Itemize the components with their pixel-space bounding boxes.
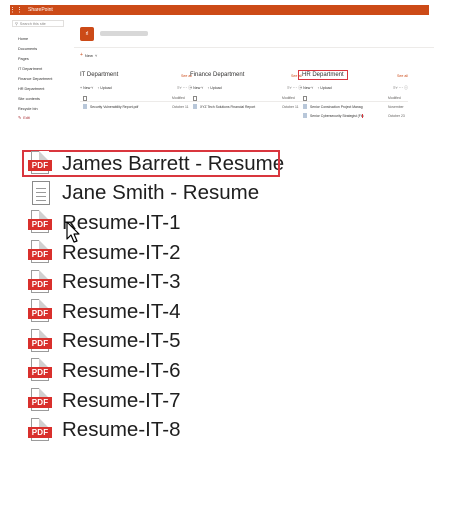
document-file-icon: [303, 104, 307, 109]
new-button[interactable]: + New ˅: [80, 52, 97, 58]
list-item[interactable]: PDF James Barrett - Resume: [20, 149, 300, 179]
chevron-down-icon: ˅: [94, 52, 98, 58]
document-file-icon: [303, 113, 307, 118]
pencil-icon: ✎: [18, 116, 22, 120]
library-finance-department: Finance Department See all + New ˅ ↑ Upl…: [190, 69, 302, 134]
search-placeholder: Search this site: [19, 21, 46, 26]
mouse-cursor-icon: [66, 221, 80, 243]
file-modified: November: [388, 104, 404, 109]
file-modified: October 11: [172, 104, 189, 109]
library-title-highlighted[interactable]: HR Department: [298, 70, 348, 80]
pdf-file-icon: [83, 104, 87, 109]
site-title-placeholder: [100, 31, 148, 36]
list-item[interactable]: Jane Smith - Resume: [20, 179, 300, 209]
edit-nav-button[interactable]: ✎ Edit: [18, 115, 68, 121]
plus-icon: +: [80, 52, 83, 58]
suite-app-name[interactable]: SharePoint: [28, 7, 53, 13]
nav-item-documents[interactable]: Documents: [18, 44, 68, 54]
upload-button[interactable]: ↑ Upload: [207, 86, 221, 90]
new-button[interactable]: + New ˅: [300, 86, 313, 90]
list-item[interactable]: PDF Resume-IT-6: [20, 356, 300, 386]
site-search-input[interactable]: ⚲ Search this site: [12, 20, 64, 27]
edit-label: Edit: [23, 115, 30, 120]
site-logo[interactable]: rl: [80, 27, 94, 41]
file-name[interactable]: Resume-IT-5: [62, 329, 180, 353]
pdf-icon: PDF: [28, 328, 54, 354]
file-modified: October 23: [388, 113, 405, 118]
list-item[interactable]: PDF Resume-IT-5: [20, 327, 300, 357]
app-launcher-icon[interactable]: ⋮⋮: [9, 5, 23, 15]
list-item[interactable]: PDF Resume-IT-1: [20, 208, 300, 238]
header-divider: [74, 47, 434, 48]
file-name-highlighted[interactable]: Senior Cybersecurity Strategist (Fin: [310, 113, 364, 118]
file-type-icon: [193, 95, 197, 101]
view-options-icon[interactable]: ≡˅ ⋯ ⓘ: [393, 85, 408, 91]
document-file-icon: [193, 104, 197, 109]
suite-bar: ⋮⋮ SharePoint: [9, 5, 429, 15]
list-item[interactable]: PDF Resume-IT-2: [20, 238, 300, 268]
file-name[interactable]: Resume-IT-4: [62, 300, 180, 324]
file-row[interactable]: XYZ Tech Solutions Financial Report Octo…: [190, 102, 302, 111]
library-title[interactable]: IT Department: [80, 72, 118, 78]
nav-item-hr-department[interactable]: HR Department: [18, 84, 68, 94]
file-name[interactable]: Senior Construction Project Manag: [310, 105, 388, 109]
new-button[interactable]: + New ˅: [80, 86, 93, 90]
search-icon: ⚲: [15, 22, 18, 26]
file-name[interactable]: Jane Smith - Resume: [62, 181, 259, 205]
modified-column-header[interactable]: Modified: [282, 96, 302, 100]
selection-highlight: [22, 150, 280, 177]
file-name[interactable]: Resume-IT-8: [62, 418, 180, 442]
pdf-icon: PDF: [28, 417, 54, 443]
new-label: New: [84, 52, 93, 58]
list-item[interactable]: PDF Resume-IT-4: [20, 297, 300, 327]
file-name[interactable]: Resume-IT-6: [62, 359, 180, 383]
file-type-icon: [83, 95, 87, 101]
file-name[interactable]: Resume-IT-3: [62, 270, 180, 294]
library-it-department: IT Department See all + New ˅ ↑ Upload ≡…: [80, 69, 192, 134]
library-title[interactable]: Finance Department: [190, 72, 244, 78]
file-row[interactable]: Security Vulnerability Report.pdf Octobe…: [80, 102, 192, 111]
nav-item-home[interactable]: Home: [18, 34, 68, 44]
file-row[interactable]: Senior Cybersecurity Strategist (Fin Oct…: [300, 111, 408, 120]
file-list: PDF James Barrett - Resume Jane Smith - …: [20, 149, 300, 445]
nav-item-it-department[interactable]: IT Department: [18, 64, 68, 74]
document-icon: [28, 180, 54, 206]
file-name[interactable]: Security Vulnerability Report.pdf: [90, 105, 172, 109]
file-modified: October 11: [282, 104, 299, 109]
file-type-icon: [303, 95, 307, 101]
pdf-icon: PDF: [28, 210, 54, 235]
library-hr-department: HR Department See all + New ˅ ↑ Upload ≡…: [298, 69, 408, 134]
pdf-icon: PDF: [28, 358, 54, 383]
list-item[interactable]: PDF Resume-IT-8: [20, 415, 300, 445]
file-name[interactable]: Resume-IT-7: [62, 389, 180, 413]
file-row[interactable]: Senior Construction Project Manag Novemb…: [300, 102, 408, 111]
left-navigation: Home Documents Pages IT Department Finan…: [18, 34, 68, 120]
pdf-icon: PDF: [28, 151, 54, 176]
pdf-icon: PDF: [28, 299, 54, 324]
sharepoint-site: ⋮⋮ SharePoint ⚲ Search this site Home Do…: [0, 0, 450, 143]
new-button[interactable]: + New ˅: [190, 86, 203, 90]
file-name[interactable]: XYZ Tech Solutions Financial Report: [200, 105, 282, 109]
upload-button[interactable]: ↑ Upload: [317, 86, 331, 90]
modified-column-header[interactable]: Modified: [388, 96, 408, 100]
upload-button[interactable]: ↑ Upload: [97, 86, 111, 90]
list-item[interactable]: PDF Resume-IT-3: [20, 267, 300, 297]
modified-column-header[interactable]: Modified: [172, 96, 192, 100]
list-item[interactable]: PDF Resume-IT-7: [20, 386, 300, 416]
pdf-icon: PDF: [28, 240, 54, 265]
see-all-link[interactable]: See all: [397, 74, 408, 78]
pdf-icon: PDF: [28, 269, 54, 295]
nav-item-finance-department[interactable]: Finance Department: [18, 74, 68, 84]
nav-item-recycle-bin[interactable]: Recycle bin: [18, 104, 68, 114]
nav-item-pages[interactable]: Pages: [18, 54, 68, 64]
nav-item-site-contents[interactable]: Site contents: [18, 94, 68, 104]
pdf-icon: PDF: [28, 388, 54, 413]
